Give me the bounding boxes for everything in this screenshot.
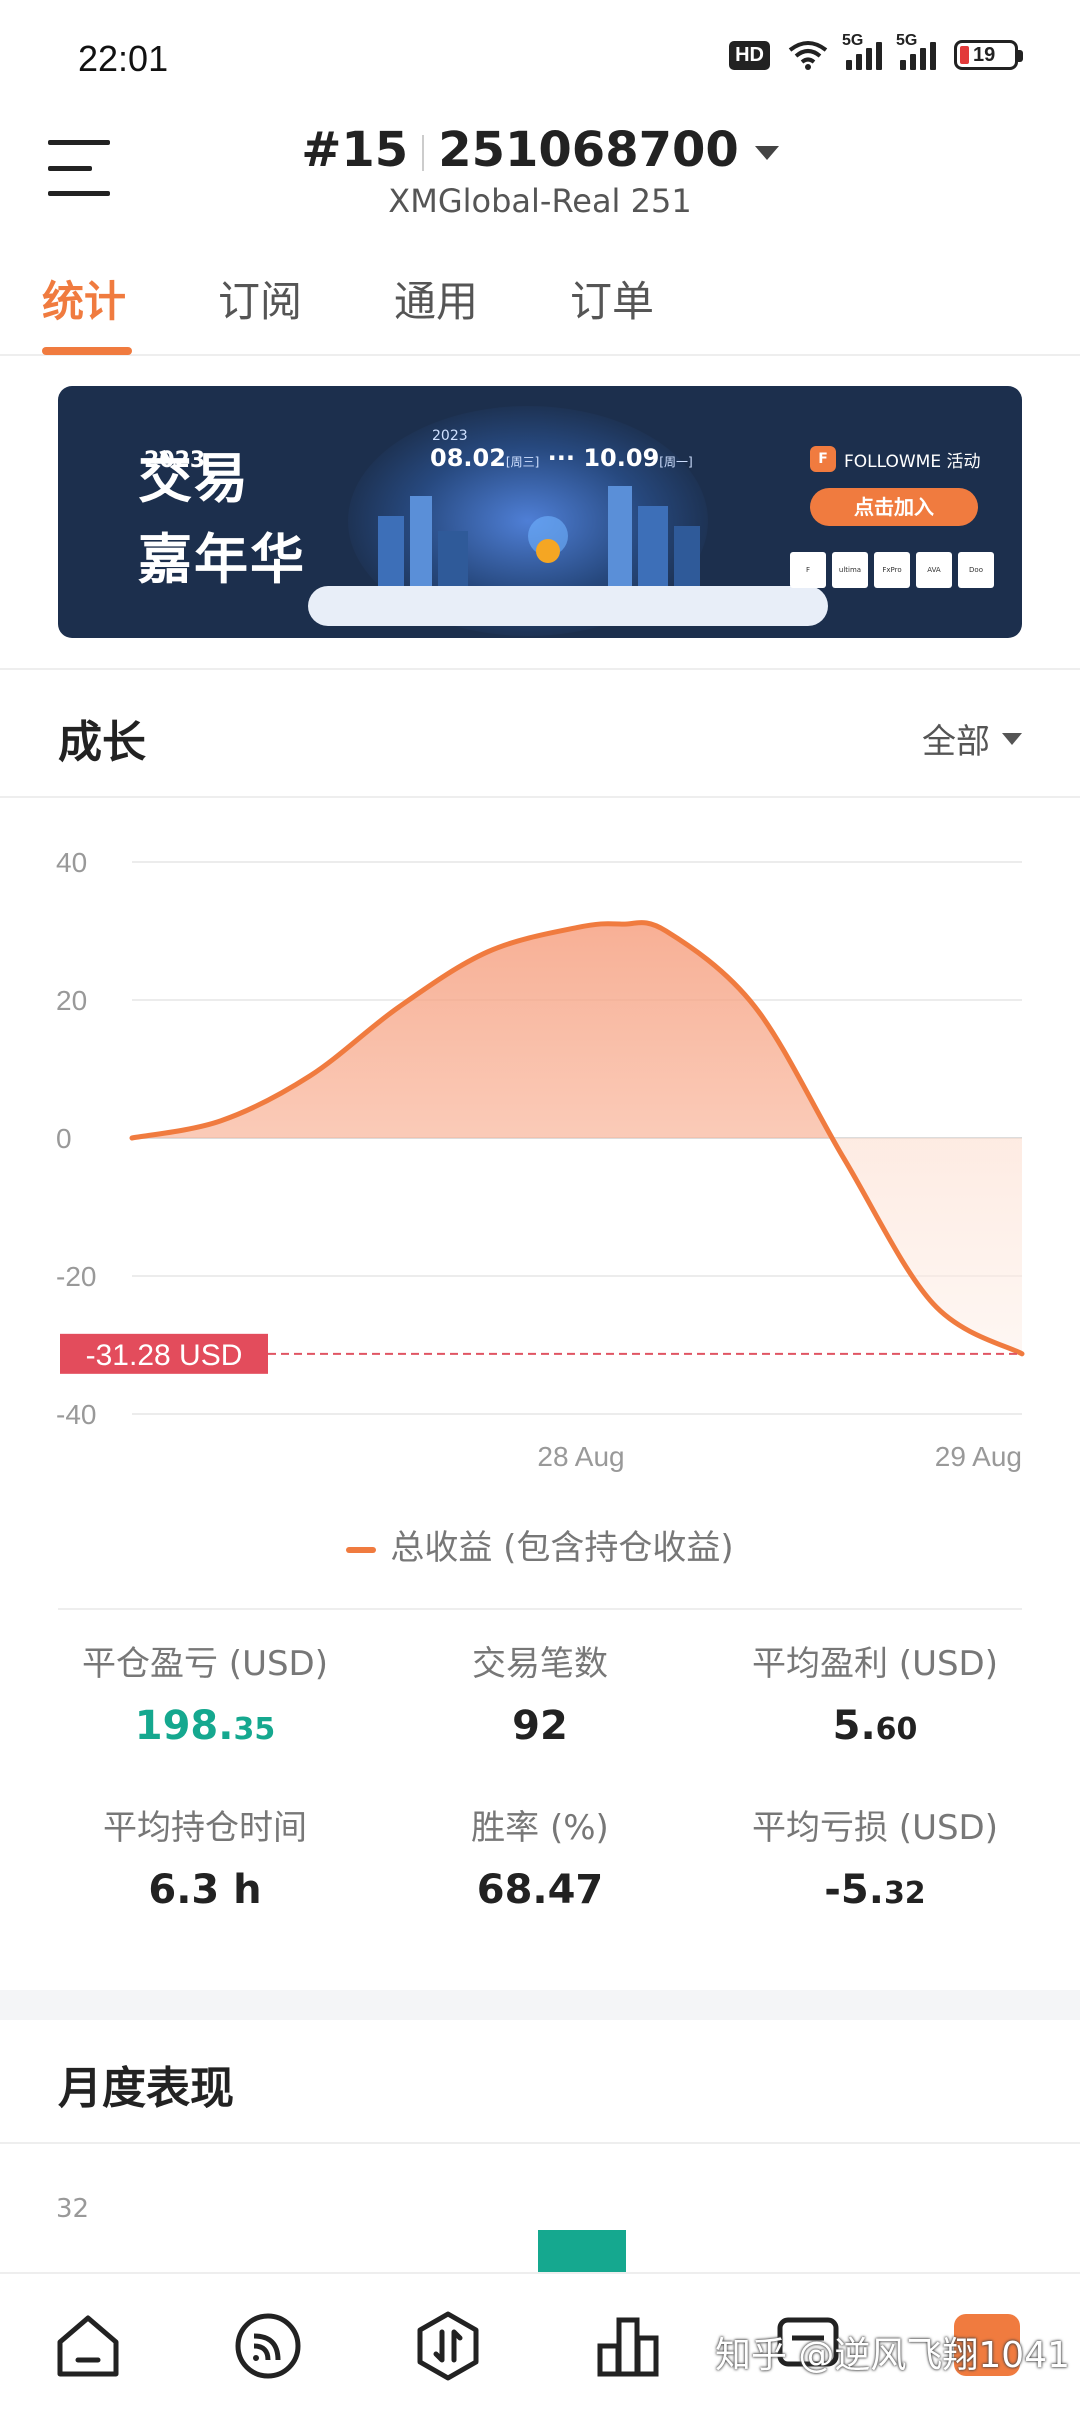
chevron-down-icon [754, 146, 779, 160]
home-icon[interactable] [52, 2310, 124, 2382]
followme-logo-icon: F [810, 446, 836, 472]
partner-logo: FxPro [874, 552, 910, 588]
y-tick-label: -20 [56, 1261, 96, 1292]
y-tick-label: 20 [56, 985, 87, 1016]
account-number: 251068700 [438, 122, 739, 178]
partner-logo: Doo Prime [958, 552, 994, 588]
hd-icon: HD [729, 40, 770, 70]
tab-orders[interactable]: 订单 [570, 268, 654, 329]
y-tick-label: -40 [56, 1399, 96, 1430]
status-time: 22:01 [78, 38, 169, 79]
chart-legend[interactable]: 总收益 (包含持仓收益) [0, 1520, 1080, 1569]
divider [0, 668, 1080, 670]
section-gap [0, 1990, 1080, 2020]
city-illustration [378, 486, 700, 596]
signal-icon: 5G [842, 32, 882, 70]
tab-bar: 统计 订阅 通用 订单 [0, 250, 1080, 356]
banner-date-year: 2023 [432, 428, 468, 444]
ranking-icon[interactable] [592, 2310, 664, 2382]
join-button[interactable]: 点击加入 [810, 488, 978, 526]
growth-chart[interactable]: 40 20 0 -20 -40 -31.28 USD 28 Aug 29 Aug [0, 820, 1080, 1500]
status-bar: 22:01 HD 5G 5G 19 [0, 0, 1080, 110]
wifi-icon [788, 41, 828, 70]
x-tick-label: 29 Aug [935, 1441, 1022, 1472]
current-value-label: -31.28 USD [86, 1339, 243, 1372]
promo-banner[interactable]: 交易 嘉年华 2023 2023 08.02[周三] ··· 10.09[周一]… [58, 386, 1022, 638]
partner-logo: ultima [832, 552, 868, 588]
stat-avg-hold: 平均持仓时间 6.3 h [103, 1808, 307, 1913]
y-tick-label: 40 [56, 847, 87, 878]
watermark: 知乎 @逆风飞翔1041 [714, 2335, 1070, 2376]
stat-win-rate: 胜率 (%) 68.47 [471, 1808, 609, 1913]
legend-label: 总收益 (包含持仓收益) [390, 1528, 734, 1568]
trade-icon[interactable] [412, 2310, 484, 2382]
battery-icon: 19 [954, 40, 1023, 70]
growth-title: 成长 [58, 717, 146, 768]
tab-general[interactable]: 通用 [394, 268, 478, 329]
monthly-title: 月度表现 [58, 2063, 234, 2114]
monthly-bar[interactable] [538, 2230, 626, 2274]
legend-swatch [346, 1546, 377, 1553]
tab-subscribe[interactable]: 订阅 [218, 268, 302, 329]
partner-logos: F ultima FxPro AVA Doo Prime [790, 552, 994, 588]
account-server: XMGlobal-Real 251 [388, 182, 692, 220]
chevron-down-icon [1002, 732, 1022, 745]
banner-year: 2023 [144, 448, 206, 473]
stat-avg-profit: 平均盈利 (USD) 5.60 [752, 1644, 998, 1749]
app-header: #15 251068700 XMGlobal-Real 251 [0, 110, 1080, 230]
stat-trades: 交易笔数 92 [472, 1644, 608, 1749]
growth-filter-dropdown[interactable]: 全部 [922, 714, 1022, 763]
partner-logo: AVA [916, 552, 952, 588]
stat-closed-pl: 平仓盈亏 (USD) 198.35 [82, 1644, 328, 1749]
divider [0, 796, 1080, 798]
active-tab-indicator [42, 347, 132, 355]
battery-level: 19 [973, 43, 996, 66]
banner-dates: 08.02[周三] ··· 10.09[周一] [430, 444, 693, 472]
divider [58, 1608, 1022, 1610]
subscribe-icon[interactable] [232, 2310, 304, 2382]
account-rank: #15 [301, 122, 409, 178]
account-selector[interactable]: #15 251068700 [0, 122, 1080, 178]
signal-icon: 5G [896, 32, 936, 70]
stat-avg-loss: 平均亏损 (USD) -5.32 [752, 1808, 998, 1913]
banner-brand: F FOLLOWME 活动 [810, 446, 981, 472]
tab-statistics[interactable]: 统计 [42, 268, 126, 329]
x-tick-label: 28 Aug [537, 1441, 624, 1472]
monthly-tick: 32 [56, 2194, 90, 2224]
bottom-nav: 知乎 @逆风飞翔1041 [0, 2272, 1080, 2412]
status-icons: HD 5G 5G 19 [729, 32, 1023, 70]
partner-logo: F [790, 552, 826, 588]
monthly-chart[interactable]: 32 [0, 2142, 1080, 2274]
y-tick-label: 0 [56, 1123, 72, 1154]
